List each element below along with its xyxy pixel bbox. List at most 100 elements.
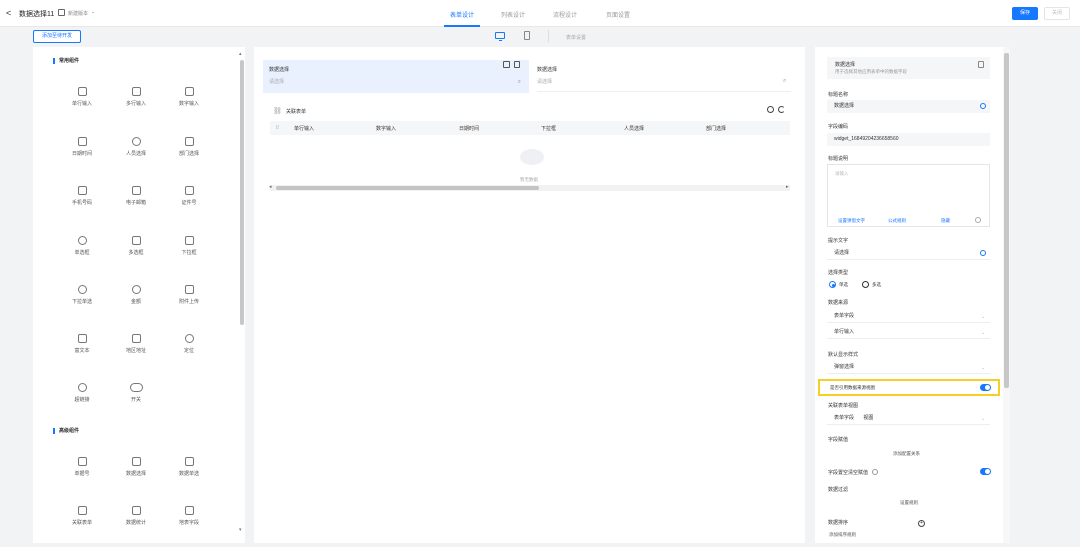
column-header: 人员选择 bbox=[624, 126, 645, 132]
comp-single-line[interactable]: 单行输入 bbox=[57, 87, 107, 107]
page-title: 数据选择11 bbox=[19, 11, 55, 18]
formula-rule-link[interactable]: 公式规则 bbox=[888, 218, 906, 224]
copy-icon[interactable] bbox=[503, 61, 510, 68]
comp-data-select[interactable]: 数据选择 bbox=[111, 457, 161, 477]
comp-department[interactable]: 部门选择 bbox=[164, 137, 214, 157]
title-desc-label: 标题说明 bbox=[828, 156, 849, 162]
tab-list-design[interactable]: 列表设计 bbox=[501, 10, 525, 19]
globe-icon[interactable] bbox=[980, 103, 986, 109]
column-header: 数字输入 bbox=[376, 126, 397, 132]
comp-table-field[interactable]: 地表字段 bbox=[164, 506, 214, 526]
comp-dropdown-single[interactable]: 下拉单选 bbox=[57, 285, 107, 305]
radio-multi[interactable] bbox=[862, 281, 869, 288]
mobile-icon[interactable] bbox=[524, 31, 530, 40]
desktop-icon[interactable] bbox=[495, 32, 505, 39]
copy-icon[interactable] bbox=[978, 61, 984, 68]
comp-doc-number[interactable]: 单据号 bbox=[57, 457, 107, 477]
column-header: 下拉框 bbox=[541, 126, 557, 132]
comp-switch[interactable]: 开关 bbox=[111, 383, 161, 403]
field-placeholder: 请选择 bbox=[269, 79, 285, 85]
scroll-left-icon[interactable]: ◂ bbox=[269, 184, 272, 190]
tab-flow-design[interactable]: 流程设计 bbox=[553, 10, 577, 19]
version-label[interactable]: 新建版本 bbox=[68, 10, 88, 17]
display-style-select[interactable]: 弹窗选择 bbox=[827, 361, 990, 374]
field-placeholder[interactable]: 请选择 bbox=[537, 78, 791, 85]
set-popup-text-link[interactable]: 设置弹窗文字 bbox=[838, 218, 865, 224]
tab-page-settings[interactable]: 页面设置 bbox=[606, 10, 630, 19]
search-icon[interactable] bbox=[767, 106, 774, 113]
form-settings-link[interactable]: 表单设置 bbox=[566, 34, 586, 41]
comp-id-card[interactable]: 证件号 bbox=[164, 186, 214, 206]
clear-assign-toggle[interactable] bbox=[980, 468, 991, 475]
switch-icon bbox=[129, 383, 143, 392]
radio-single-label: 单选 bbox=[839, 282, 848, 287]
comp-phone[interactable]: 手机号码 bbox=[57, 186, 107, 206]
divider bbox=[537, 91, 791, 92]
comp-radio[interactable]: 单选框 bbox=[57, 236, 107, 256]
advanced-components-title: 高级组件 bbox=[53, 428, 79, 434]
comp-number[interactable]: 数字输入 bbox=[164, 87, 214, 107]
scroll-right-icon[interactable]: ▸ bbox=[786, 184, 789, 190]
table-field-icon bbox=[184, 506, 194, 515]
title-name-label: 标题名称 bbox=[828, 92, 849, 98]
widget-info-card: 数据选择 用于选择其他应用表单中的数据字段 bbox=[827, 57, 990, 79]
drag-handle-icon[interactable]: ⁞⁞ bbox=[276, 125, 279, 131]
tab-form-design[interactable]: 表单设计 bbox=[450, 10, 474, 19]
add-icon[interactable]: + bbox=[918, 520, 925, 527]
comp-hyperlink[interactable]: 超链接 bbox=[57, 383, 107, 403]
chevron-down-icon: ⌄ bbox=[981, 314, 986, 320]
display-style-label: 默认显示样式 bbox=[828, 352, 859, 358]
scroll-up-icon[interactable]: ▴ bbox=[239, 51, 242, 57]
comp-multi-line[interactable]: 多行输入 bbox=[111, 87, 161, 107]
horizontal-scrollbar[interactable] bbox=[276, 186, 539, 190]
back-icon[interactable]: < bbox=[6, 8, 11, 18]
properties-scrollbar[interactable] bbox=[1004, 53, 1009, 388]
comp-linked-form[interactable]: 关联表单 bbox=[57, 506, 107, 526]
comp-person[interactable]: 人员选择 bbox=[111, 137, 161, 157]
add-to-dev-button[interactable]: 添加至待开发 bbox=[33, 30, 81, 43]
comp-location[interactable]: 定位 bbox=[164, 334, 214, 354]
selected-field-data-select[interactable]: 数据选择 请选择 ⌕ bbox=[263, 60, 529, 93]
comp-dropdown[interactable]: 下拉框 bbox=[164, 236, 214, 256]
text-input-icon bbox=[77, 87, 87, 96]
email-icon bbox=[131, 186, 141, 195]
location-pin-icon bbox=[184, 334, 194, 343]
data-source-label: 数据来源 bbox=[828, 300, 849, 306]
chevron-down-icon: ⌄ bbox=[981, 416, 986, 422]
help-icon[interactable] bbox=[872, 469, 878, 475]
linked-view-select[interactable]: 表单字段 视图 bbox=[827, 412, 990, 425]
link-icon: ⛓ bbox=[273, 108, 282, 115]
hint-input[interactable]: 请选择 bbox=[827, 247, 990, 260]
delete-icon[interactable] bbox=[514, 61, 520, 68]
comp-data-stats[interactable]: 数据统计 bbox=[111, 506, 161, 526]
title-name-input[interactable]: 数据选择 bbox=[827, 100, 990, 113]
hide-link[interactable]: 隐藏 bbox=[941, 218, 950, 224]
comp-amount[interactable]: 金额 bbox=[111, 285, 161, 305]
scroll-down-icon[interactable]: ▾ bbox=[239, 527, 242, 533]
comp-address[interactable]: 地区地址 bbox=[111, 334, 161, 354]
chevron-down-icon[interactable]: ⌄ bbox=[91, 9, 95, 15]
comp-data-single[interactable]: 数据单选 bbox=[164, 457, 214, 477]
comp-datetime[interactable]: 日期时间 bbox=[57, 137, 107, 157]
comp-email[interactable]: 电子邮箱 bbox=[111, 186, 161, 206]
comp-rich-text[interactable]: 富文本 bbox=[57, 334, 107, 354]
add-assign-link[interactable]: 添加配置关系 bbox=[893, 451, 920, 457]
comp-attachment[interactable]: 附件上传 bbox=[164, 285, 214, 305]
data-source-form-select[interactable]: 表单字段 bbox=[827, 310, 990, 323]
set-filter-rule-link[interactable]: 设置规则 bbox=[900, 500, 918, 506]
comp-checkbox[interactable]: 多选框 bbox=[111, 236, 161, 256]
field-code-input[interactable]: widget_16849204236658560 bbox=[827, 133, 990, 146]
save-button[interactable]: 保存 bbox=[1012, 7, 1038, 20]
version-icon[interactable] bbox=[58, 9, 65, 16]
search-icon: ⌕ bbox=[517, 79, 521, 85]
settings-icon[interactable] bbox=[975, 217, 981, 223]
globe-icon[interactable] bbox=[980, 250, 986, 256]
add-sort-rule-link[interactable]: 添加排序规则 bbox=[829, 532, 856, 538]
refresh-icon[interactable] bbox=[778, 106, 785, 113]
radio-single[interactable] bbox=[829, 281, 836, 288]
data-source-field-select[interactable]: 单行输入 bbox=[827, 326, 990, 339]
use-source-view-toggle[interactable] bbox=[980, 384, 991, 391]
checkbox-icon bbox=[131, 236, 141, 245]
component-panel-scrollbar[interactable] bbox=[240, 60, 244, 325]
close-button[interactable]: 关闭 bbox=[1044, 7, 1070, 20]
